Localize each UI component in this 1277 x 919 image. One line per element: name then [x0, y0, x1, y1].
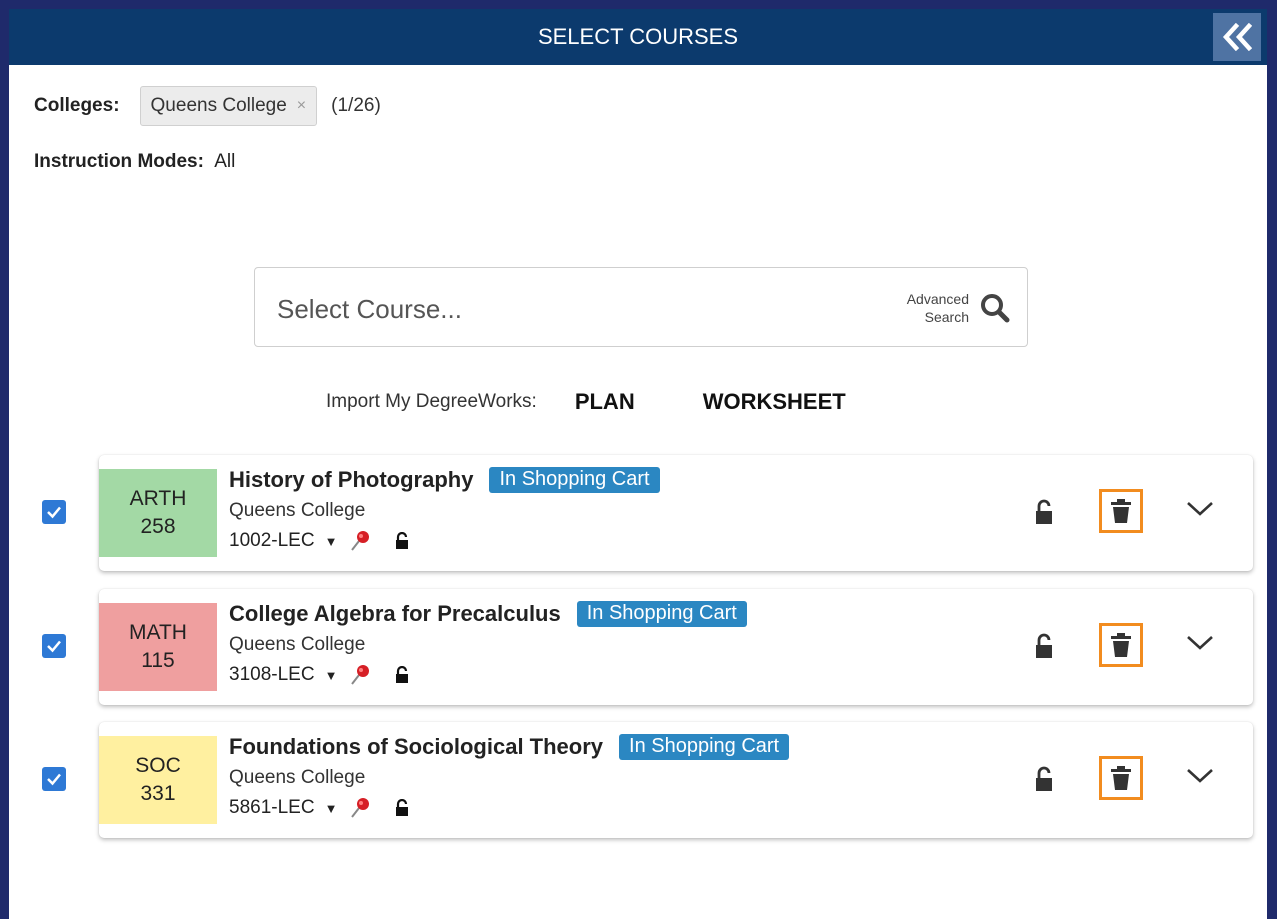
course-card: ARTH 258 History of Photography In Shoppi…: [99, 455, 1253, 571]
course-title: History of Photography: [229, 467, 474, 492]
unlocked-icon[interactable]: [395, 799, 409, 817]
import-label: Import My DegreeWorks:: [326, 391, 537, 412]
colleges-filter: Colleges: Queens College × (1/26): [34, 85, 381, 127]
unlock-course-icon[interactable]: [1035, 766, 1053, 792]
course-checkbox[interactable]: [42, 500, 66, 524]
course-selection-panel: SELECT COURSES Colleges: Queens College …: [9, 9, 1267, 919]
import-plan-button[interactable]: PLAN: [575, 389, 635, 415]
panel-header: SELECT COURSES: [9, 9, 1267, 65]
checkmark-icon: [47, 640, 61, 653]
course-subject: MATH: [129, 621, 187, 644]
colleges-label: Colleges:: [34, 95, 120, 116]
section-dropdown-icon[interactable]: ▼: [325, 534, 338, 549]
section-id[interactable]: 1002-LEC: [229, 530, 315, 552]
instruction-modes-label: Instruction Modes:: [34, 151, 204, 172]
course-title-row: Foundations of Sociological Theory In Sho…: [229, 734, 790, 760]
instruction-modes-value: All: [214, 151, 236, 172]
course-title: College Algebra for Precalculus: [229, 601, 561, 626]
advanced-search-link[interactable]: Advanced Search: [885, 290, 969, 326]
course-title: Foundations of Sociological Theory: [229, 734, 604, 759]
expand-chevron-icon[interactable]: [1185, 499, 1215, 519]
course-code-block: MATH 115: [99, 603, 217, 691]
course-card: SOC 331 Foundations of Sociological Theo…: [99, 722, 1253, 838]
course-college: Queens College: [229, 500, 366, 521]
remove-college-icon[interactable]: ×: [297, 97, 306, 115]
course-college: Queens College: [229, 634, 366, 655]
section-row: 3108-LEC ▼: [229, 661, 409, 689]
section-row: 1002-LEC ▼: [229, 527, 409, 555]
course-subject: ARTH: [129, 487, 187, 510]
course-code-block: ARTH 258: [99, 469, 217, 557]
panel-title: SELECT COURSES: [537, 24, 739, 49]
unlock-course-icon[interactable]: [1035, 633, 1053, 659]
course-checkbox[interactable]: [42, 634, 66, 658]
section-id[interactable]: 3108-LEC: [229, 664, 315, 686]
checkmark-icon: [47, 773, 61, 786]
unlocked-icon[interactable]: [395, 532, 409, 550]
remove-course-button[interactable]: [1099, 489, 1143, 533]
course-code-block: SOC 331: [99, 736, 217, 824]
unlock-course-icon[interactable]: [1035, 499, 1053, 525]
course-subject: SOC: [135, 754, 181, 777]
course-search-box: Advanced Search: [254, 267, 1028, 347]
pin-icon[interactable]: [349, 529, 371, 553]
expand-chevron-icon[interactable]: [1185, 633, 1215, 653]
shopping-cart-badge: In Shopping Cart: [576, 601, 747, 627]
course-college: Queens College: [229, 767, 366, 788]
pin-icon[interactable]: [349, 796, 371, 820]
course-card: MATH 115 College Algebra for Precalculus…: [99, 589, 1253, 705]
double-chevron-left-icon: [1222, 23, 1252, 51]
degreeworks-import: Import My DegreeWorks: PLAN WORKSHEET: [326, 387, 914, 417]
course-number: 115: [141, 649, 175, 672]
course-number: 258: [140, 515, 176, 538]
course-search-input[interactable]: [275, 288, 839, 330]
section-dropdown-icon[interactable]: ▼: [325, 801, 338, 816]
shopping-cart-badge: In Shopping Cart: [619, 734, 790, 760]
section-row: 5861-LEC ▼: [229, 794, 409, 822]
advanced-search-line1: Advanced: [906, 291, 969, 307]
course-title-row: College Algebra for Precalculus In Shoppi…: [229, 601, 747, 627]
remove-course-button[interactable]: [1099, 623, 1143, 667]
section-id[interactable]: 5861-LEC: [229, 797, 315, 819]
pin-icon[interactable]: [349, 663, 371, 687]
instruction-modes-filter[interactable]: Instruction Modes: All: [34, 151, 235, 173]
course-checkbox[interactable]: [42, 767, 66, 791]
course-title-row: History of Photography In Shopping Cart: [229, 467, 660, 493]
unlocked-icon[interactable]: [395, 666, 409, 684]
college-chip-label: Queens College: [150, 95, 287, 116]
advanced-search-line2: Search: [924, 309, 969, 325]
expand-chevron-icon[interactable]: [1185, 766, 1215, 786]
college-chip[interactable]: Queens College ×: [139, 86, 318, 126]
search-icon[interactable]: [979, 292, 1011, 324]
collapse-panel-button[interactable]: [1213, 13, 1261, 61]
trash-icon: [1111, 633, 1131, 657]
trash-icon: [1111, 766, 1131, 790]
trash-icon: [1111, 499, 1131, 523]
import-worksheet-button[interactable]: WORKSHEET: [703, 389, 846, 415]
checkmark-icon: [47, 506, 61, 519]
section-dropdown-icon[interactable]: ▼: [325, 668, 338, 683]
remove-course-button[interactable]: [1099, 756, 1143, 800]
shopping-cart-badge: In Shopping Cart: [489, 467, 660, 493]
course-number: 331: [140, 782, 176, 805]
college-count: (1/26): [331, 95, 381, 116]
